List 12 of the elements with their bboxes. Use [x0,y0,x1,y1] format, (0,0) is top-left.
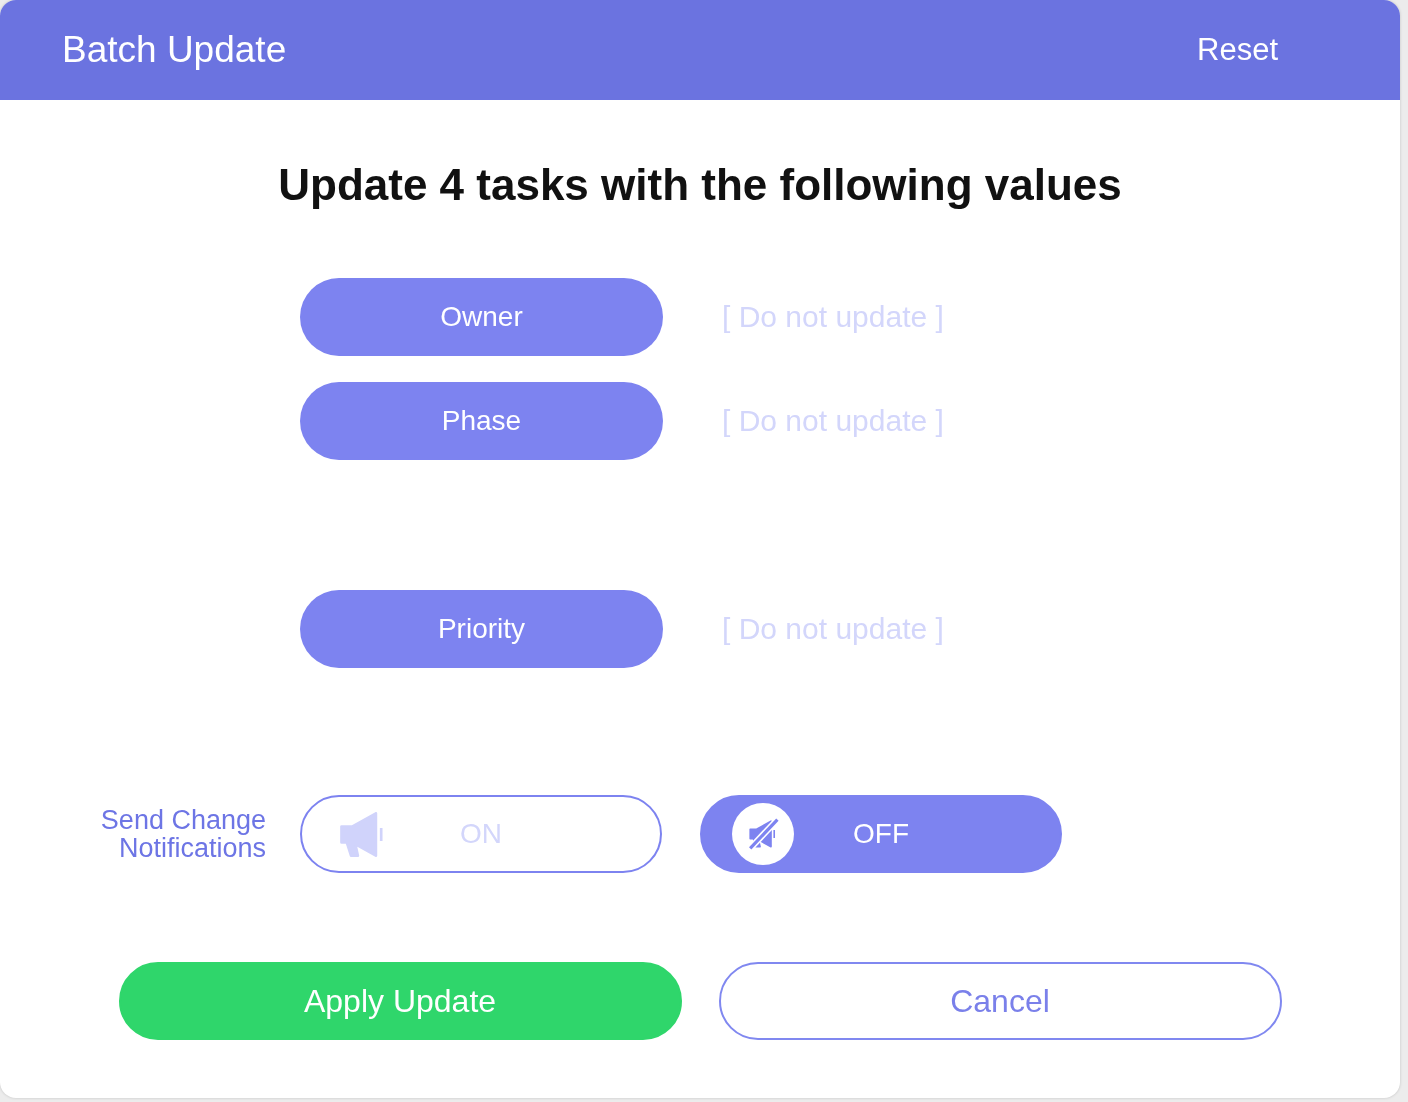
megaphone-icon [338,811,386,857]
field-button[interactable]: Priority [300,590,663,668]
reset-link[interactable]: Reset [1197,32,1278,68]
dialog-heading: Update 4 tasks with the following values [277,159,1123,211]
notification-toggle[interactable]: OFF [700,795,1062,873]
field-button[interactable]: Phase [300,382,663,460]
muted-megaphone-icon [732,803,794,865]
dialog-title: Batch Update [62,29,287,71]
field-button[interactable]: Owner [300,278,663,356]
apply-button[interactable]: Apply Update [118,962,682,1040]
cancel-button[interactable]: Cancel [718,962,1282,1040]
notifications-label: Send Change Notifications [99,806,266,862]
